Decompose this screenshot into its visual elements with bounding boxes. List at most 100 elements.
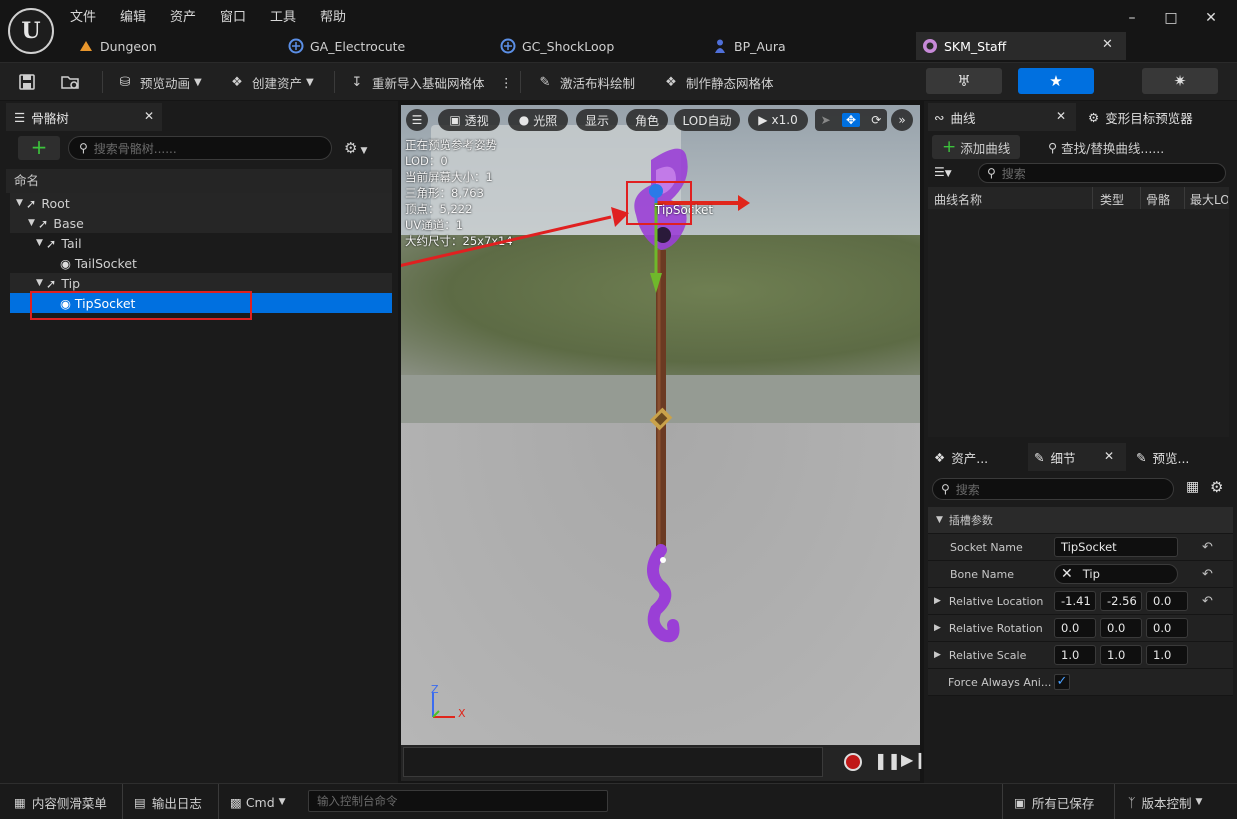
tab-asset[interactable]: ❖ 资产... [928,443,1026,471]
tab-skeleton-tree[interactable]: ☰ 骨骼树 ✕ [6,103,162,131]
tab-morph-target[interactable]: ⚙ 变形目标预览器 [1082,103,1232,131]
rotate-icon[interactable]: ⟳ [871,113,881,127]
skeleton-search-input[interactable]: ⚲ 搜索骨骼树...... [68,136,332,160]
tab-preview[interactable]: ✎ 预览... [1130,443,1230,471]
rotation-x-field[interactable]: 0.0 [1054,618,1096,638]
tab-details[interactable]: ✎ 细节 ✕ [1028,443,1126,471]
rotation-y-field[interactable]: 0.0 [1100,618,1142,638]
character-button[interactable]: 角色 [626,109,668,131]
minimize-icon[interactable]: – [1121,10,1143,30]
content-drawer-button[interactable]: ▦ 内容侧滑菜单 [14,790,107,814]
location-z-field[interactable]: 0.0 [1146,591,1188,611]
console-command-input[interactable]: 输入控制台命令 [308,790,608,812]
tree-row-tailsocket[interactable]: ◉ TailSocket [10,253,392,273]
location-y-field[interactable]: -2.56 [1100,591,1142,611]
close-tab-icon[interactable]: ✕ [1056,109,1066,123]
expand-arrow-icon[interactable]: ▶ [934,650,941,660]
timeline-track[interactable] [403,747,823,777]
make-static-mesh-button[interactable]: ❖ 制作静态网格体 [662,69,773,95]
maximize-icon[interactable]: □ [1160,10,1182,30]
menu-tools[interactable]: 工具 [270,6,296,25]
create-asset-button[interactable]: ❖ 创建资产 ▼ [228,69,314,95]
tab-gc-shockloop[interactable]: GC_ShockLoop [494,32,694,60]
settings-gear-icon[interactable]: ⚙ ▼ [344,139,367,157]
show-button[interactable]: 显示 [576,109,618,131]
curve-type-column[interactable]: 类型 [1100,191,1124,208]
select-arrow-icon[interactable]: ➤ [821,113,831,127]
menu-edit[interactable]: 编辑 [120,6,146,25]
tab-curves[interactable]: ∾ 曲线 ✕ [928,103,1076,131]
lit-button[interactable]: ● 光照 [508,109,568,131]
cmd-dropdown[interactable]: ▩ Cmd ▼ [230,790,286,814]
bone-name-field[interactable]: ✕ Tip [1054,564,1178,584]
expand-arrow-icon[interactable]: ▶ [934,596,941,606]
curve-search-input[interactable]: ⚲ 搜索 [978,163,1226,183]
viewport-menu-icon[interactable]: ☰ [406,109,428,131]
close-tab-icon[interactable]: ✕ [1102,37,1113,52]
close-tab-icon[interactable]: ✕ [144,109,154,123]
reset-arrow-icon[interactable]: ↶ [1202,594,1216,609]
perspective-button[interactable]: ▣ 透视 [438,109,500,131]
name-column-header[interactable]: 命名 [6,169,392,193]
tree-row-root[interactable]: ▼ ➚ Root [10,193,392,213]
find-replace-curve-button[interactable]: ⚲ 查找/替换曲线...... [1048,135,1164,159]
preview-animation-button[interactable]: ⛁ 预览动画 ▼ [116,69,202,95]
unreal-logo-icon[interactable]: U [8,8,54,54]
location-x-field[interactable]: -1.41 [1054,591,1096,611]
curve-bone-column[interactable]: 骨骼 [1146,191,1170,208]
socket-name-field[interactable]: TipSocket [1054,537,1178,557]
close-tab-icon[interactable]: ✕ [1104,449,1114,463]
expand-arrow-icon[interactable]: ▶ [934,623,941,633]
viewport[interactable]: ☰ ▣ 透视 ● 光照 显示 角色 LOD自动 ▶ x1.0 ➤ ✥ ⟳ » 正在预览… [401,105,920,745]
menu-window[interactable]: 窗口 [220,6,246,25]
tab-bp-aura[interactable]: BP_Aura [706,32,906,60]
tree-row-tip[interactable]: ▼ ➚ Tip [10,273,392,293]
reset-arrow-icon[interactable]: ↶ [1202,540,1216,555]
tree-row-base[interactable]: ▼ ➚ Base [10,213,392,233]
mesh-mode-button[interactable]: ★ [1018,68,1094,94]
pause-icon[interactable]: ❚❚ [874,751,901,770]
force-always-checkbox[interactable]: ✓ [1054,674,1070,690]
scale-x-field[interactable]: 1.0 [1054,645,1096,665]
physics-mode-button[interactable]: ✷ [1142,68,1218,94]
curve-maxlod-column[interactable]: 最大LOD [1190,191,1228,208]
add-curve-button[interactable]: + 添加曲线 [932,135,1021,159]
lod-auto-button[interactable]: LOD自动 [674,109,740,131]
translate-icon[interactable]: ✥ [841,113,861,127]
curve-list[interactable] [928,209,1229,437]
play-speed-button[interactable]: ▶ x1.0 [748,109,808,131]
scale-y-field[interactable]: 1.0 [1100,645,1142,665]
scale-z-field[interactable]: 1.0 [1146,645,1188,665]
section-socket-params[interactable]: ▼ 插槽参数 [928,507,1233,534]
more-options-icon[interactable]: ⋮ [500,69,513,95]
save-button[interactable] [18,69,36,95]
folder-search-icon [61,76,79,89]
all-saved-button[interactable]: ▣ 所有已保存 [1014,790,1094,814]
tab-dungeon[interactable]: Dungeon [72,32,272,60]
menu-file[interactable]: 文件 [70,6,96,25]
rotation-z-field[interactable]: 0.0 [1146,618,1188,638]
source-control-button[interactable]: ᛉ 版本控制 ▼ [1128,790,1202,814]
tab-skm-staff[interactable]: SKM_Staff ✕ [916,32,1126,60]
menu-asset[interactable]: 资产 [170,6,196,25]
details-search-input[interactable]: ⚲ 搜索 [932,478,1174,500]
skeleton-mode-button[interactable]: ♅ [926,68,1002,94]
settings-gear-icon[interactable]: ⚙ [1210,478,1223,496]
add-socket-button[interactable]: + [18,136,60,160]
record-icon[interactable] [844,753,862,771]
filter-icon[interactable]: ☰▼ [934,165,952,179]
tree-row-tail[interactable]: ▼ ➚ Tail [10,233,392,253]
curve-name-column[interactable]: 曲线名称 [934,191,982,208]
close-window-icon[interactable]: ✕ [1200,10,1222,30]
browse-asset-button[interactable] [60,69,82,95]
step-forward-icon[interactable]: ▶❙ [901,750,927,769]
table-view-icon[interactable]: ▦ [1186,479,1199,495]
clear-x-icon[interactable]: ✕ [1061,566,1073,582]
menu-help[interactable]: 帮助 [320,6,346,25]
more-tools-icon[interactable]: » [891,109,913,131]
reimport-mesh-button[interactable]: ↧ 重新导入基础网格体 [348,69,485,95]
output-log-button[interactable]: ▤ 输出日志 [134,790,202,814]
reset-arrow-icon[interactable]: ↶ [1202,567,1216,582]
tab-ga-electrocute[interactable]: GA_Electrocute [282,32,482,60]
activate-cloth-paint-button[interactable]: ✎ 激活布料绘制 [536,69,635,95]
